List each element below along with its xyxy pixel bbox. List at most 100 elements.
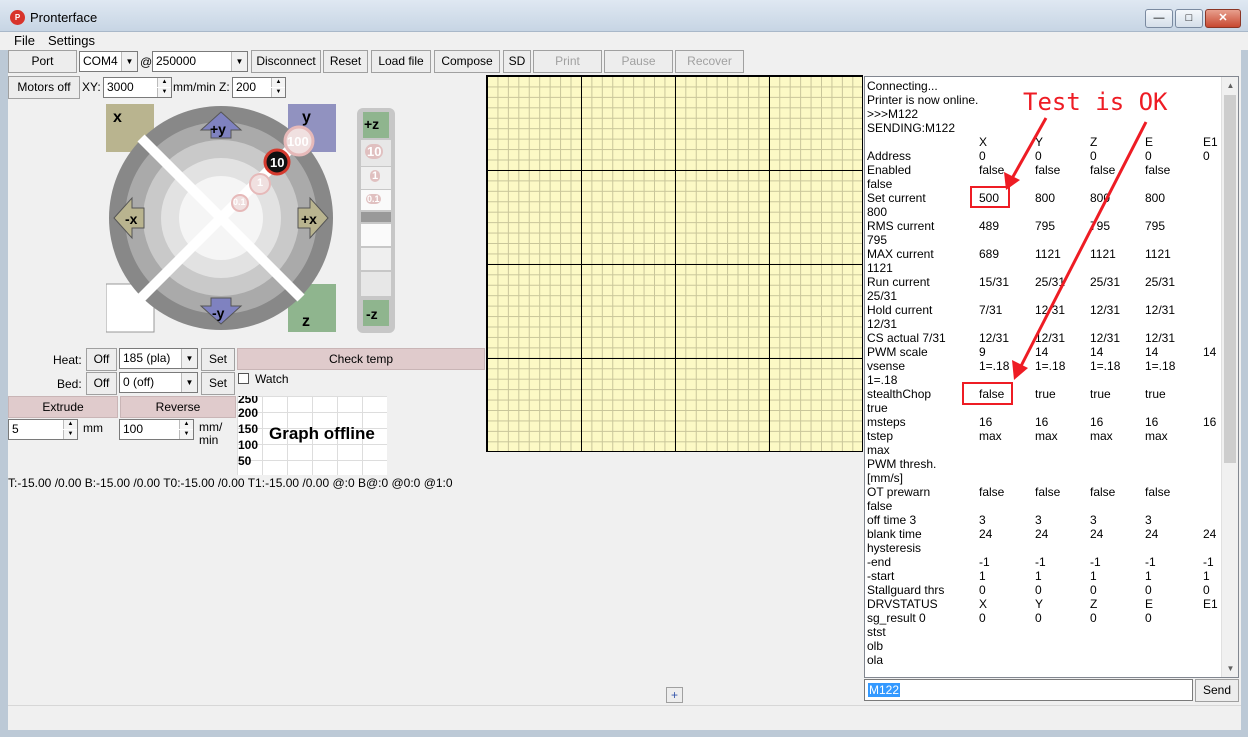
baud-select[interactable]: 250000 ▼ [152, 51, 248, 72]
bed-set-button[interactable]: Set [201, 372, 235, 395]
console-line: Printer is now online. [867, 93, 979, 107]
console-row-label: Stallguard thrs [867, 583, 945, 597]
console-row-value: 7/31 [979, 303, 1003, 317]
console-row-label: [mm/s] [867, 471, 903, 485]
disconnect-button[interactable]: Disconnect [251, 50, 321, 73]
console-row-label: max [867, 443, 890, 457]
console-row-value: false [1145, 485, 1171, 499]
spin-down-icon[interactable]: ▼ [157, 88, 171, 97]
reset-button[interactable]: Reset [323, 50, 368, 73]
menu-bar: File Settings [0, 32, 1248, 50]
spin-up-icon[interactable]: ▲ [271, 78, 285, 87]
sd-button[interactable]: SD [503, 50, 531, 73]
z-divider [361, 212, 391, 222]
console-row-label: PWM scale [867, 345, 928, 359]
scroll-up-icon[interactable]: ▲ [1222, 77, 1238, 94]
z-step-01-label: 0.1 [366, 194, 381, 204]
console-row-value: Z [1090, 597, 1098, 611]
heat-set-button[interactable]: Set [201, 348, 235, 371]
spin-down-icon[interactable]: ▼ [271, 88, 285, 97]
console-row-value: 0 [1090, 611, 1097, 625]
extrude-length-input[interactable]: 5 ▲ ▼ [8, 419, 78, 440]
spin-up-icon[interactable]: ▲ [157, 78, 171, 87]
spin-up-icon[interactable]: ▲ [63, 420, 77, 429]
scroll-down-icon[interactable]: ▼ [1222, 660, 1238, 677]
mm-min-label-2: min [199, 433, 219, 447]
console-row-label: DRVSTATUS [867, 597, 938, 611]
spin-down-icon[interactable]: ▼ [63, 430, 77, 439]
z-step-down-01-button[interactable] [361, 224, 391, 246]
z-step-down-1-button[interactable] [361, 248, 391, 270]
menu-settings[interactable]: Settings [48, 33, 95, 48]
mm-min-z-label: mm/min Z: [173, 80, 230, 94]
extrude-button[interactable]: Extrude [8, 396, 118, 418]
console-row-label: Set current [867, 191, 926, 205]
annotation-arrow [1008, 117, 1048, 183]
console-row-label: OT prewarn [867, 485, 931, 499]
spin-down-icon[interactable]: ▼ [179, 430, 193, 439]
console-row-label: false [867, 177, 893, 191]
motors-off-button[interactable]: Motors off [8, 76, 80, 99]
maximize-button[interactable]: □ [1175, 9, 1203, 28]
print-button[interactable]: Print [533, 50, 602, 73]
z-step-10-label: 10 [365, 144, 384, 159]
mm-min-label-1: mm/ [199, 420, 223, 434]
console-row-value: false [1035, 485, 1061, 499]
minimize-button[interactable]: — [1145, 9, 1173, 28]
console-scrollbar[interactable]: ▲ ▼ [1221, 77, 1238, 677]
menu-file[interactable]: File [14, 33, 35, 48]
console-row-value: max [1145, 429, 1168, 443]
reverse-button[interactable]: Reverse [120, 396, 236, 418]
mm-label: mm [83, 421, 103, 435]
console-row-value: -1 [1035, 555, 1046, 569]
console-row-value: -1 [979, 555, 990, 569]
console-row-value: 24 [979, 527, 993, 541]
console-row-value: 0 [1145, 583, 1152, 597]
print-bed-grid[interactable] [486, 75, 863, 452]
console-row-value: 0 [1035, 583, 1042, 597]
step-10-label: 10 [270, 155, 285, 170]
bed-label: Bed: [57, 377, 82, 391]
z-speed-input[interactable]: 200 ▲ ▼ [232, 77, 286, 98]
heat-label: Heat: [53, 353, 82, 367]
chevron-down-icon: ▼ [181, 349, 197, 368]
home-x-label: x [113, 109, 122, 126]
check-temp-button[interactable]: Check temp [237, 348, 485, 370]
plus-button[interactable]: + [666, 687, 683, 703]
pause-button[interactable]: Pause [604, 50, 673, 73]
scrollbar-thumb[interactable] [1224, 95, 1236, 463]
z-step-down-10-button[interactable] [361, 272, 391, 296]
plus-x-label: +x [301, 211, 317, 227]
chevron-down-icon: ▼ [121, 52, 137, 71]
watch-checkbox[interactable] [238, 373, 249, 384]
close-button[interactable]: ✕ [1205, 9, 1241, 28]
console-row-label: blank time [867, 527, 922, 541]
extrude-speed-input[interactable]: 100 ▲ ▼ [119, 419, 194, 440]
console-row-value: 0 [1145, 611, 1152, 625]
console-row-value: -1 [1090, 555, 1101, 569]
xy-speed-input[interactable]: 3000 ▲ ▼ [103, 77, 172, 98]
console-row-value: 689 [979, 247, 1000, 261]
bed-select[interactable]: 0 (off) ▼ [119, 372, 198, 393]
console-line: Connecting... [867, 79, 938, 93]
graph-tick: 100 [238, 438, 259, 452]
console-row-value: 16 [979, 415, 993, 429]
send-button[interactable]: Send [1195, 679, 1239, 702]
bed-off-button[interactable]: Off [86, 372, 117, 395]
console-header-cell: E1 [1203, 135, 1218, 149]
pronterface-logo-icon: P [10, 10, 25, 25]
port-button[interactable]: Port [8, 50, 77, 73]
heat-select[interactable]: 185 (pla) ▼ [119, 348, 198, 369]
recover-button[interactable]: Recover [675, 50, 744, 73]
port-select[interactable]: COM4 ▼ [79, 51, 138, 72]
console-row-value: 16 [1203, 415, 1217, 429]
console-row-value: 489 [979, 219, 1000, 233]
console-row-value: 9 [979, 345, 986, 359]
heat-off-button[interactable]: Off [86, 348, 117, 371]
compose-button[interactable]: Compose [434, 50, 500, 73]
console-row-value: false [1090, 485, 1116, 499]
command-input[interactable]: M122 [864, 679, 1193, 701]
load-file-button[interactable]: Load file [371, 50, 431, 73]
spin-up-icon[interactable]: ▲ [179, 420, 193, 429]
temperature-status: T:-15.00 /0.00 B:-15.00 /0.00 T0:-15.00 … [8, 476, 453, 490]
